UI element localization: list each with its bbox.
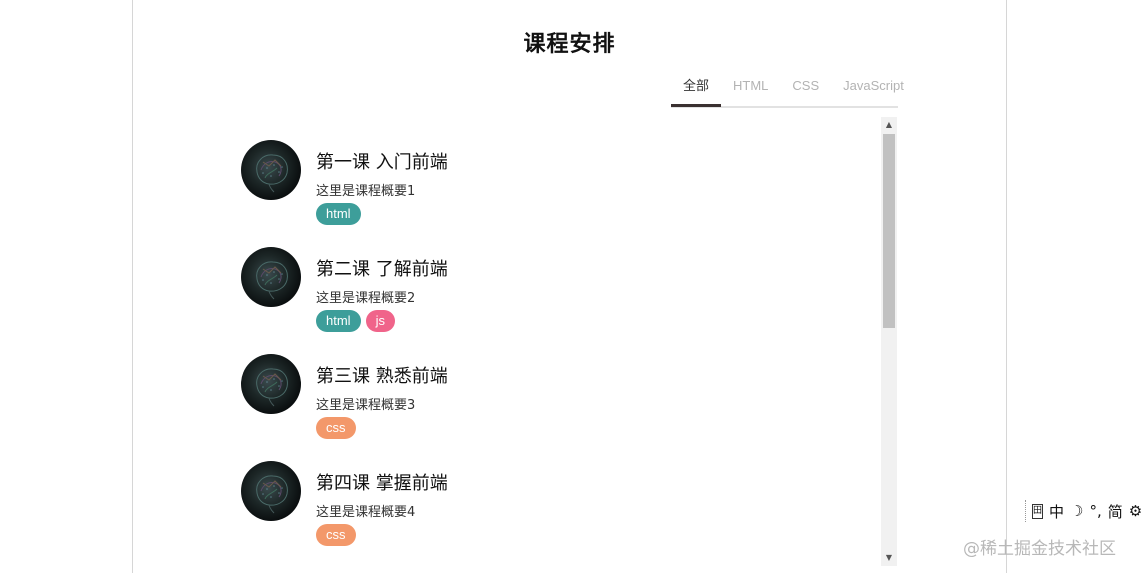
course-item[interactable]: 第四课 掌握前端 这里是课程概要4 css [241,461,861,568]
tag-js: js [365,310,395,332]
page-title: 课程安排 [523,32,616,57]
frame-border-left [132,0,133,573]
course-item[interactable]: 第一课 入门前端 这里是课程概要1 html [241,140,861,247]
ime-moon-icon[interactable]: ☽ [1070,502,1083,520]
tab-all[interactable]: 全部 [671,74,722,107]
course-title: 第一课 入门前端 [316,152,448,173]
course-desc: 这里是课程概要4 [316,505,416,520]
watermark: @稀土掘金技术社区 [963,539,1116,559]
course-title: 第二课 了解前端 [316,259,448,280]
course-desc: 这里是课程概要1 [316,184,416,199]
ime-grid-icon[interactable]: 田 [1032,503,1044,519]
tag-css: css [316,524,356,546]
course-item[interactable]: 第三课 熟悉前端 这里是课程概要3 css [241,354,861,461]
course-tags: html [316,203,361,225]
scroll-down-arrow-icon[interactable]: ▼ [881,550,897,566]
course-title: 第四课 掌握前端 [316,473,448,494]
course-avatar [241,461,301,521]
tag-html: html [316,310,361,332]
scrollbar[interactable]: ▲ ▼ [881,117,897,566]
scroll-thumb[interactable] [883,134,895,328]
tab-bar: 全部 HTML CSS JavaScript [671,74,904,108]
frame-border-right [1006,0,1007,573]
course-tags: css [316,524,356,546]
course-avatar [241,247,301,307]
course-item[interactable]: 第二课 了解前端 这里是课程概要2 html js [241,247,861,354]
ime-mode-toggle[interactable]: 简 [1108,501,1123,522]
course-list: 第一课 入门前端 这里是课程概要1 html 第二课 了解前端 这里是课程概要2… [241,140,861,568]
tag-html: html [316,203,361,225]
ime-toolbar: 田 中 ☽ °, 简 ⚙ [1025,500,1142,522]
ime-lang-toggle[interactable]: 中 [1049,501,1064,522]
ime-punct-toggle[interactable]: °, [1089,502,1101,520]
course-avatar [241,354,301,414]
course-avatar [241,140,301,200]
tab-css[interactable]: CSS [780,74,831,104]
tab-html[interactable]: HTML [721,74,780,104]
page: 课程安排 全部 HTML CSS JavaScript 第一课 入门前端 这里是… [0,0,1142,573]
ime-gear-icon[interactable]: ⚙ [1129,502,1142,520]
course-title: 第三课 熟悉前端 [316,366,448,387]
course-desc: 这里是课程概要2 [316,291,416,306]
course-tags: html js [316,310,395,332]
tag-css: css [316,417,356,439]
course-desc: 这里是课程概要3 [316,398,416,413]
tab-javascript[interactable]: JavaScript [831,74,916,104]
course-tags: css [316,417,356,439]
scroll-up-arrow-icon[interactable]: ▲ [881,117,897,133]
